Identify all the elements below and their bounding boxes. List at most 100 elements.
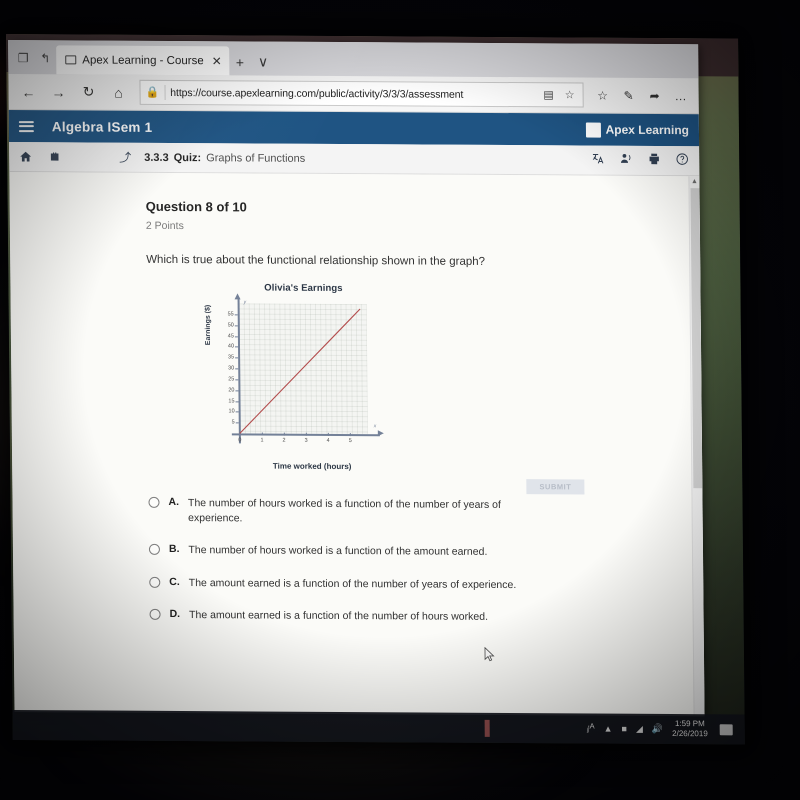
answer-option-c[interactable]: C. The amount earned is a function of the… — [149, 575, 663, 593]
answer-option-d[interactable]: D. The amount earned is a function of the… — [149, 607, 664, 626]
app-header-left: Algebra ISem 1 — [18, 118, 153, 135]
course-title: Algebra ISem 1 — [51, 118, 153, 135]
chart-y-tick: 35 — [221, 354, 234, 360]
briefcase-icon[interactable] — [48, 150, 61, 163]
chart-y-tick: 15 — [222, 398, 234, 404]
option-letter: D. — [169, 607, 181, 620]
option-text: The number of hours worked is a function… — [188, 544, 488, 559]
scroll-up-icon[interactable]: ▲ — [689, 176, 699, 187]
option-text: The number of hours worked is a function… — [187, 497, 501, 525]
option-text: The amount earned is a function of the n… — [188, 576, 517, 591]
graph-figure: Olivia's Earnings Earnings ($) y x 5 10 15… — [205, 282, 400, 472]
taskbar-clock[interactable]: 1:59 PM 2/26/2019 — [672, 719, 708, 739]
lock-icon: 🔒 — [145, 86, 160, 99]
home-icon[interactable] — [19, 150, 32, 163]
clock-date: 2/26/2019 — [672, 728, 708, 739]
menu-icon[interactable] — [18, 120, 34, 132]
tab-strip: ❐ ↰ Apex Learning - Course ✕ + ∨ — [8, 40, 699, 79]
battery-icon[interactable]: ■ — [621, 724, 627, 734]
back-window-icon[interactable]: ↰ — [34, 45, 56, 71]
answer-option-a[interactable]: A. The number of hours worked is a functi… — [148, 496, 662, 530]
wifi-icon[interactable]: ◢ — [636, 723, 643, 734]
url-text: https://course.apexlearning.com/public/a… — [170, 86, 464, 101]
chart-y-tick: 30 — [221, 365, 234, 371]
chart-y-axis-label: Earnings ($) — [204, 304, 212, 346]
photo-of-monitor: 1 2 0 ❐ ↰ Apex Learning - Course ✕ + ∨ ← → — [0, 0, 800, 800]
chart-x-axis-arrow — [377, 430, 384, 437]
more-settings-icon[interactable]: … — [668, 83, 692, 109]
chart-y-tick: 40 — [221, 344, 234, 350]
monitor-screen: 1 2 0 ❐ ↰ Apex Learning - Course ✕ + ∨ ← → — [6, 34, 745, 745]
share-icon[interactable]: ➦ — [642, 82, 666, 108]
option-letter: B. — [168, 543, 180, 556]
answer-option-b[interactable]: B. The number of hours worked is a functi… — [148, 543, 663, 561]
chart-box: Earnings ($) y x 5 10 15 20 25 30 35 40 45 50 55 0… — [205, 293, 386, 458]
read-aloud-icon[interactable] — [619, 152, 633, 169]
volume-icon[interactable]: 🔊 — [652, 723, 663, 734]
forward-button[interactable]: → — [44, 78, 72, 106]
home-button[interactable]: ⌂ — [104, 78, 132, 106]
notes-pen-icon[interactable]: ✎ — [616, 82, 640, 108]
chart-x-tick: 0 — [235, 437, 245, 443]
chart-y-tick: 10 — [222, 409, 234, 415]
question-points: 2 Points — [145, 219, 184, 233]
chart-y-tick: 55 — [221, 311, 234, 317]
option-letter: A. — [168, 495, 180, 509]
chart-y-tick: 45 — [221, 333, 234, 339]
clock-time: 1:59 PM — [674, 719, 705, 729]
subheader-right — [591, 152, 689, 170]
radio-button[interactable] — [148, 496, 160, 508]
restore-window-icon[interactable]: ❐ — [12, 45, 34, 71]
translate-icon[interactable] — [591, 152, 605, 169]
up-level-icon[interactable]: ⤴ — [119, 149, 131, 166]
apex-logo-text: Apex Learning — [605, 122, 690, 138]
page-title: Question 8 of 10 — [145, 198, 247, 215]
app-subheader: ⤴ 3.3.3 Quiz: Graphs of Functions — [9, 142, 700, 177]
input-icon[interactable]: ⅈA — [586, 721, 594, 735]
address-bar-row: ← → ↻ ⌂ 🔒 https://course.apexlearning.co… — [8, 74, 699, 115]
chart-y-tick: 5 — [222, 419, 235, 425]
breadcrumb: ⤴ 3.3.3 Quiz: Graphs of Functions — [119, 149, 305, 167]
chart-x-tick: 5 — [345, 438, 355, 444]
print-icon[interactable] — [647, 152, 661, 169]
chart-x-tick: 4 — [323, 438, 333, 444]
radio-button[interactable] — [148, 544, 161, 556]
apex-logo-mark: A — [585, 122, 601, 138]
chart-x-letter: x — [373, 423, 377, 430]
notification-icon[interactable] — [719, 723, 733, 735]
chart-x-tick: 2 — [279, 438, 289, 444]
window-icon — [65, 55, 77, 65]
breadcrumb-name: Graphs of Functions — [206, 151, 306, 165]
chart-x-axis-label: Time worked (hours) — [272, 461, 352, 472]
close-icon[interactable]: ✕ — [210, 54, 222, 68]
chart-x-tick: 3 — [301, 438, 311, 444]
chart-y-tick: 25 — [221, 376, 234, 382]
submit-button[interactable]: SUBMIT — [526, 479, 585, 495]
reading-view-icon[interactable]: ▤ — [540, 88, 557, 101]
answer-options: A. The number of hours worked is a functi… — [148, 496, 663, 626]
taskbar-caret — [484, 719, 490, 737]
new-tab-button[interactable]: + — [229, 54, 251, 75]
favorite-star-icon[interactable]: ☆ — [562, 88, 578, 101]
chart-plot-area — [238, 303, 368, 435]
omnibox-divider — [164, 84, 166, 100]
apex-logo: A Apex Learning — [585, 122, 690, 138]
refresh-button[interactable]: ↻ — [74, 78, 102, 106]
back-button[interactable]: ← — [14, 78, 42, 106]
chevron-up-icon[interactable]: ▲ — [604, 724, 613, 734]
browser-tab[interactable]: Apex Learning - Course ✕ — [56, 45, 229, 76]
chart-y-tick: 50 — [221, 322, 234, 328]
breadcrumb-type: Quiz: — [173, 151, 202, 164]
address-input[interactable]: 🔒 https://course.apexlearning.com/public… — [139, 79, 584, 108]
chart-y-letter: y — [243, 299, 247, 306]
favorites-icon[interactable]: ☆ — [590, 82, 614, 108]
app-header: Algebra ISem 1 A Apex Learning — [8, 110, 700, 147]
help-icon[interactable] — [675, 152, 689, 169]
chart-x-tick: 1 — [257, 437, 267, 444]
chart-y-axis-arrow — [234, 293, 241, 300]
browser-window: ❐ ↰ Apex Learning - Course ✕ + ∨ ← → ↻ ⌂… — [8, 40, 705, 717]
tab-title: Apex Learning - Course — [82, 53, 204, 67]
radio-button[interactable] — [149, 576, 161, 588]
radio-button[interactable] — [149, 608, 161, 620]
chevron-down-icon[interactable]: ∨ — [251, 53, 275, 75]
